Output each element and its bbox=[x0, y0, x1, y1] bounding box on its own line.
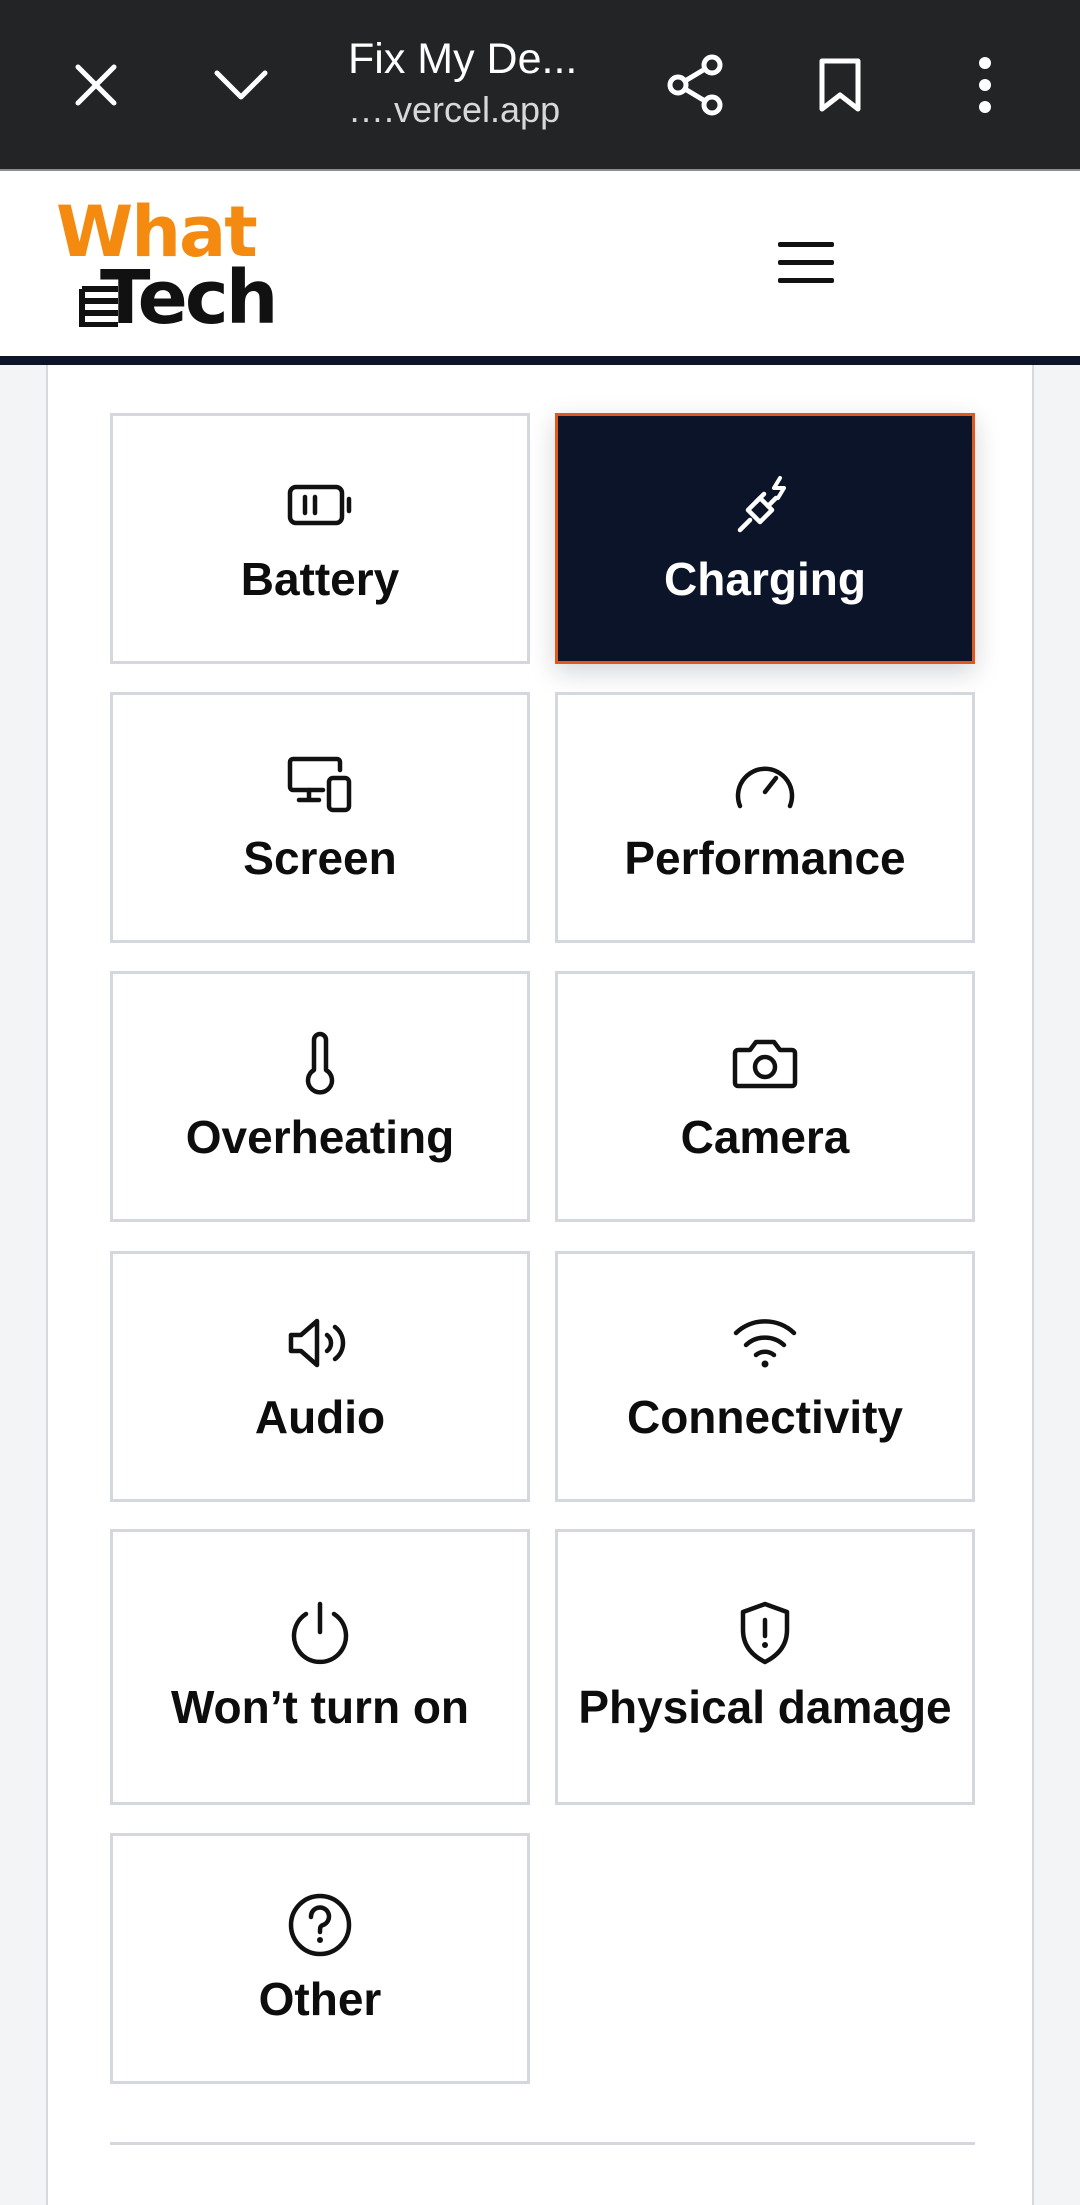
more-vertical-icon bbox=[979, 57, 991, 113]
thermometer-icon bbox=[285, 1028, 355, 1098]
section-divider bbox=[110, 2142, 975, 2145]
tile-label: Connectivity bbox=[626, 1390, 904, 1443]
close-icon bbox=[75, 64, 117, 106]
page-title: Fix My De... bbox=[348, 35, 578, 83]
camera-icon bbox=[730, 1028, 800, 1098]
issue-tile-performance[interactable]: Performance bbox=[555, 692, 975, 943]
menu-line bbox=[778, 277, 834, 283]
site-logo[interactable]: What Tech bbox=[56, 191, 306, 342]
wifi-icon bbox=[730, 1308, 800, 1378]
chevron-down-icon bbox=[214, 70, 268, 100]
issue-tile-wont-turn-on[interactable]: Won’t turn on bbox=[110, 1529, 530, 1805]
tab-title-area[interactable]: Fix My De... ….vercel.app bbox=[348, 30, 598, 132]
browser-toolbar: Fix My De... ….vercel.app bbox=[0, 0, 1080, 169]
issue-tile-charging[interactable]: Charging bbox=[555, 413, 975, 664]
bookmark-button[interactable] bbox=[795, 40, 885, 130]
tile-label: Physical damage bbox=[578, 1681, 952, 1733]
tile-label: Audio bbox=[254, 1390, 386, 1443]
page-url: ….vercel.app bbox=[348, 89, 561, 130]
more-options-button[interactable] bbox=[940, 40, 1030, 130]
menu-line bbox=[778, 259, 834, 265]
share-icon bbox=[667, 54, 723, 116]
devices-icon bbox=[285, 749, 355, 819]
tile-label: Overheating bbox=[185, 1110, 455, 1163]
battery-icon bbox=[285, 470, 355, 540]
help-circle-icon bbox=[285, 1890, 355, 1960]
issue-tile-audio[interactable]: Audio bbox=[110, 1251, 530, 1502]
header-divider bbox=[0, 356, 1080, 365]
power-icon bbox=[285, 1598, 355, 1668]
tile-label: Other bbox=[258, 1972, 382, 2025]
tile-label: Performance bbox=[624, 831, 906, 884]
shield-alert-icon bbox=[730, 1598, 800, 1668]
issue-tile-connectivity[interactable]: Connectivity bbox=[555, 1251, 975, 1502]
menu-line bbox=[778, 241, 834, 247]
minimize-tab-button[interactable] bbox=[196, 40, 286, 130]
hamburger-menu-button[interactable] bbox=[778, 227, 848, 297]
issue-picker-panel: Battery Charging Screen Performance Over… bbox=[46, 365, 1034, 2205]
bookmark-icon bbox=[819, 58, 861, 112]
tile-label: Won’t turn on bbox=[170, 1681, 470, 1733]
share-button[interactable] bbox=[651, 40, 741, 130]
tile-label: Battery bbox=[240, 552, 400, 605]
plug-icon bbox=[730, 470, 800, 540]
close-tab-button[interactable] bbox=[51, 40, 141, 130]
logo-word-tech: Tech bbox=[100, 255, 278, 341]
volume-icon bbox=[285, 1308, 355, 1378]
gauge-icon bbox=[730, 749, 800, 819]
issue-tile-battery[interactable]: Battery bbox=[110, 413, 530, 664]
site-header: What Tech bbox=[0, 169, 1080, 356]
issue-tile-physical-damage[interactable]: Physical damage bbox=[555, 1529, 975, 1805]
issue-tile-overheating[interactable]: Overheating bbox=[110, 971, 530, 1222]
issue-tile-other[interactable]: Other bbox=[110, 1833, 530, 2084]
tile-label: Charging bbox=[664, 552, 866, 605]
tile-label: Screen bbox=[243, 831, 397, 884]
tile-label: Camera bbox=[680, 1110, 850, 1163]
issue-tile-camera[interactable]: Camera bbox=[555, 971, 975, 1222]
issue-tile-screen[interactable]: Screen bbox=[110, 692, 530, 943]
